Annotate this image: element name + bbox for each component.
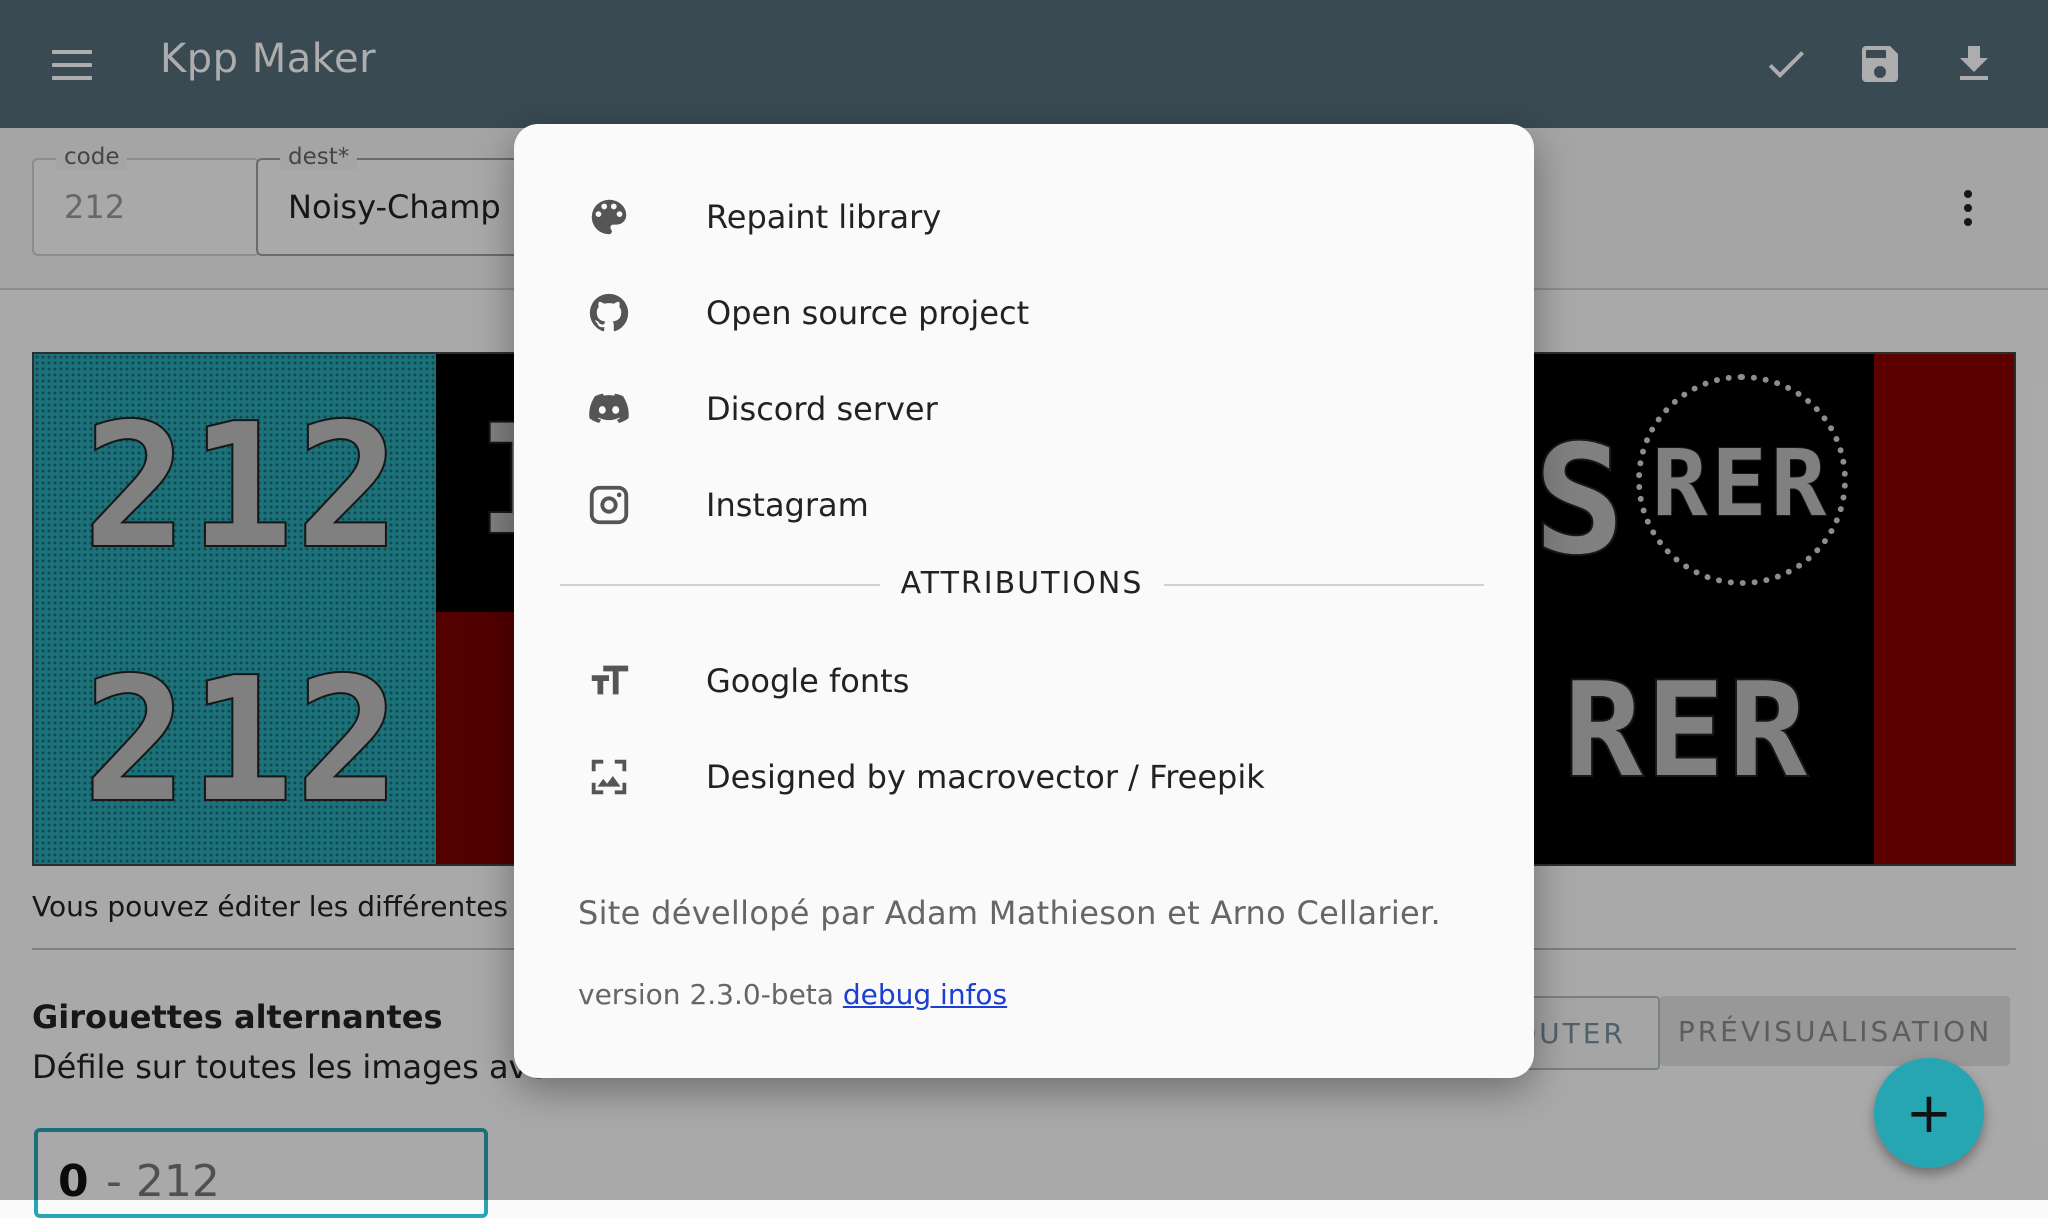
menu-item-instagram[interactable]: Instagram — [554, 460, 1494, 550]
menu-item-discord[interactable]: Discord server — [554, 364, 1494, 454]
image-icon — [586, 754, 632, 800]
add-fab[interactable]: + — [1874, 1058, 1984, 1168]
attribution-freepik[interactable]: Designed by macrovector / Freepik — [554, 732, 1494, 822]
version-text: version 2.3.0-beta — [578, 978, 834, 1011]
instagram-icon — [586, 482, 632, 528]
github-icon — [586, 290, 632, 336]
menu-item-label: Discord server — [706, 390, 938, 428]
menu-item-label: Instagram — [706, 486, 869, 524]
credits-text: Site dévellopé par Adam Mathieson et Arn… — [578, 894, 1442, 932]
discord-icon — [586, 386, 632, 432]
menu-item-open-source[interactable]: Open source project — [554, 268, 1494, 358]
divider-line-right — [1164, 584, 1484, 586]
about-dialog: Repaint library Open source project Disc… — [514, 124, 1534, 1078]
menu-item-label: Repaint library — [706, 198, 942, 236]
attributions-divider: ATTRIBUTIONS — [560, 564, 1484, 604]
palette-icon — [586, 194, 632, 240]
menu-item-label: Open source project — [706, 294, 1030, 332]
plus-icon: + — [1905, 1080, 1953, 1146]
attribution-label: Designed by macrovector / Freepik — [706, 758, 1265, 796]
attribution-label: Google fonts — [706, 662, 910, 700]
font-size-icon — [586, 658, 632, 704]
menu-item-repaint-library[interactable]: Repaint library — [554, 172, 1494, 262]
version-line: version 2.3.0-beta debug infos — [578, 978, 1007, 1011]
attribution-google-fonts[interactable]: Google fonts — [554, 636, 1494, 726]
debug-infos-link[interactable]: debug infos — [843, 978, 1007, 1011]
